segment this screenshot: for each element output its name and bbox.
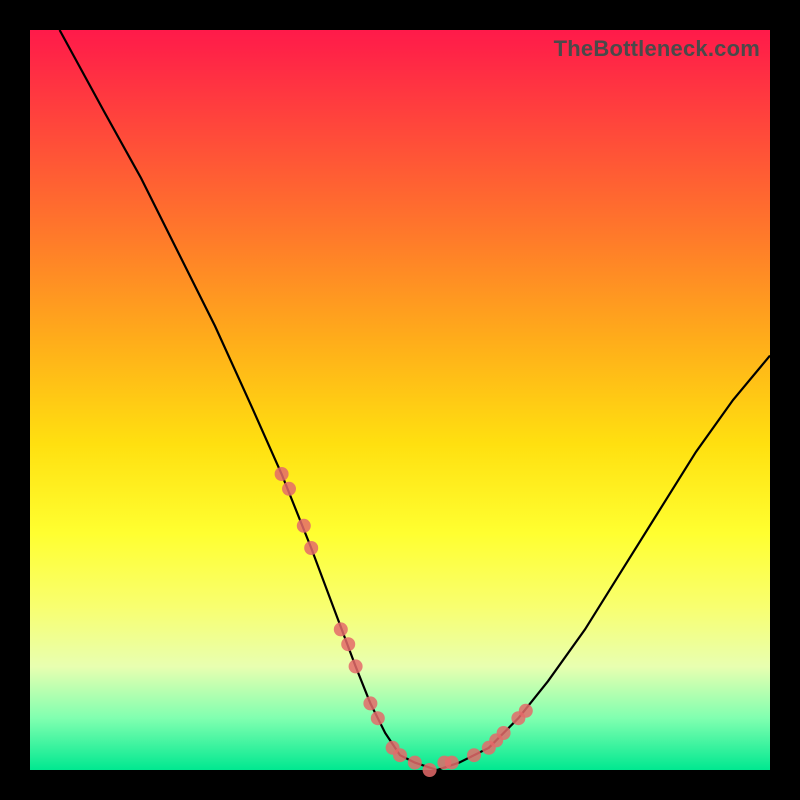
data-marker [304,541,318,555]
chart-stage: TheBottleneck.com [0,0,800,800]
plot-area: TheBottleneck.com [30,30,770,770]
marker-group [275,467,533,777]
data-marker [371,711,385,725]
data-marker [423,763,437,777]
chart-svg [30,30,770,770]
data-marker [297,519,311,533]
data-marker [363,696,377,710]
data-marker [341,637,355,651]
curve-line [60,30,770,770]
data-marker [408,756,422,770]
data-marker [445,756,459,770]
data-marker [349,659,363,673]
data-marker [275,467,289,481]
data-marker [497,726,511,740]
data-marker [393,748,407,762]
data-marker [467,748,481,762]
data-marker [334,622,348,636]
data-marker [282,482,296,496]
data-marker [519,704,533,718]
